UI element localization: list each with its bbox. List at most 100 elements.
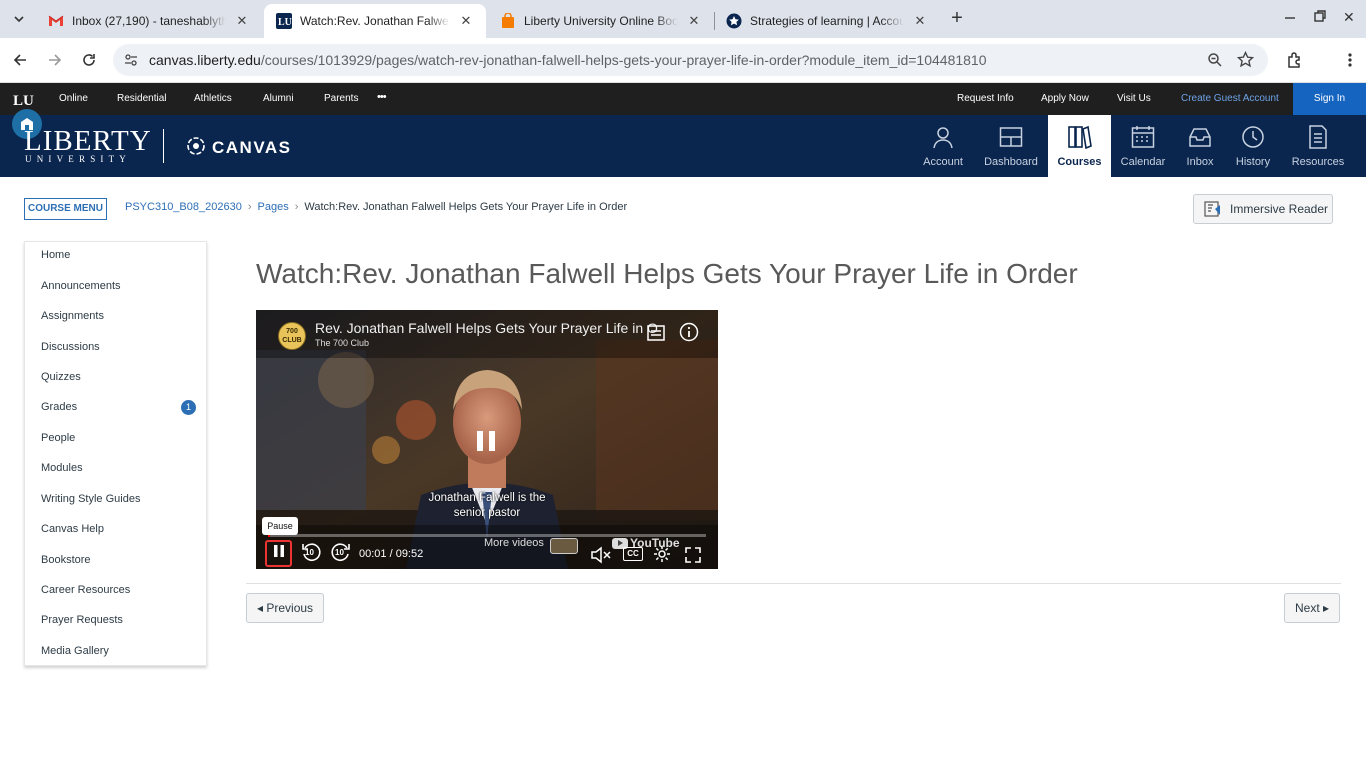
global-nav-calendar[interactable]: Calendar (1118, 115, 1168, 177)
forward-10-button[interactable]: 10 (330, 542, 352, 564)
settings-gear-icon[interactable] (653, 545, 671, 568)
link-alumni[interactable]: Alumni (263, 93, 294, 104)
link-online[interactable]: Online (59, 93, 88, 104)
more-videos-link[interactable]: More videos (484, 537, 544, 549)
liberty-icon: LU (276, 13, 292, 29)
pause-tooltip: Pause (262, 517, 298, 535)
close-icon[interactable]: ✕ (234, 13, 250, 29)
canvas-global-header: LIBERTY UNIVERSITY CANVAS Account Dashbo… (0, 109, 1366, 177)
canvas-logo-text: CANVAS (212, 138, 292, 157)
channel-logo[interactable]: 700 CLUB (278, 322, 306, 350)
video-title[interactable]: Rev. Jonathan Falwell Helps Gets Your Pr… (315, 320, 695, 336)
sign-in-button[interactable]: Sign In (1293, 83, 1366, 115)
forward-icon[interactable] (41, 46, 69, 74)
link-create-guest-account[interactable]: Create Guest Account (1181, 93, 1279, 104)
tab-canvas-page[interactable]: LU Watch:Rev. Jonathan Falwell H ✕ (264, 4, 486, 38)
link-visit-us[interactable]: Visit Us (1117, 93, 1151, 104)
tab-title: Inbox (27,190) - taneshablythe (72, 14, 226, 28)
tab-gmail[interactable]: Inbox (27,190) - taneshablythe ✕ (36, 4, 262, 38)
sidebar-item-canvas-help[interactable]: Canvas Help (41, 523, 104, 535)
global-nav-courses[interactable]: Courses (1048, 115, 1111, 177)
link-parents[interactable]: Parents (324, 93, 358, 104)
more-links-button[interactable]: ••• (377, 91, 387, 103)
chevron-right-icon: › (247, 201, 252, 213)
captions-button[interactable]: CC (623, 547, 643, 561)
link-request-info[interactable]: Request Info (957, 93, 1014, 104)
global-nav-inbox[interactable]: Inbox (1176, 115, 1224, 177)
link-athletics[interactable]: Athletics (194, 93, 232, 104)
breadcrumb-current: Watch:Rev. Jonathan Falwell Helps Gets Y… (304, 201, 628, 213)
resources-icon (1306, 125, 1330, 149)
fullscreen-icon[interactable] (684, 546, 702, 569)
rewind-10-button[interactable]: 10 (300, 542, 322, 564)
more-videos-thumbnail[interactable] (550, 538, 578, 554)
sidebar-item-prayer-requests[interactable]: Prayer Requests (41, 614, 123, 626)
tab-strategies[interactable]: Strategies of learning | Account ✕ (714, 4, 940, 38)
svg-text:LU: LU (13, 93, 34, 108)
mute-icon[interactable] (590, 546, 612, 569)
close-window-icon[interactable]: ✕ (1343, 9, 1359, 25)
sidebar-item-quizzes[interactable]: Quizzes (41, 371, 81, 383)
close-icon[interactable]: ✕ (458, 13, 474, 29)
watch-later-icon[interactable] (646, 323, 666, 348)
previous-button[interactable]: ◂ Previous (246, 593, 325, 623)
dashboard-icon (999, 125, 1023, 149)
sidebar-item-modules[interactable]: Modules (41, 462, 83, 474)
next-button[interactable]: Next ▸ (1284, 593, 1341, 623)
inbox-icon (1188, 125, 1212, 149)
canvas-logo-icon (185, 135, 207, 162)
url-text: canvas.liberty.edu/courses/1013929/pages… (149, 52, 987, 68)
immersive-reader-label: Immersive Reader (1230, 202, 1329, 216)
sidebar-item-writing-style-guides[interactable]: Writing Style Guides (41, 493, 140, 505)
zoom-icon[interactable] (1207, 52, 1223, 73)
back-icon[interactable] (6, 46, 34, 74)
menu-kebab-icon[interactable] (1336, 46, 1364, 74)
sidebar-item-assignments[interactable]: Assignments (41, 310, 104, 322)
lu-logo-icon[interactable]: LU (13, 90, 35, 111)
breadcrumb: PSYC310_B08_202630 › Pages › Watch:Rev. Jona… (125, 201, 627, 213)
global-nav-account[interactable]: Account (917, 115, 969, 177)
bookmark-star-icon[interactable] (1236, 50, 1255, 73)
address-bar[interactable]: canvas.liberty.edu/courses/1013929/pages… (113, 44, 1268, 76)
pause-icon (273, 544, 285, 563)
sidebar-item-grades[interactable]: Grades (41, 401, 77, 413)
reload-icon[interactable] (75, 46, 103, 74)
global-nav-dashboard[interactable]: Dashboard (978, 115, 1044, 177)
sidebar-item-announcements[interactable]: Announcements (41, 280, 121, 292)
extensions-icon[interactable] (1281, 46, 1309, 74)
site-settings-icon[interactable] (123, 52, 139, 73)
sidebar-item-bookstore[interactable]: Bookstore (41, 554, 91, 566)
liberty-logo-text[interactable]: LIBERTY (24, 127, 152, 156)
star-badge-icon (726, 13, 742, 29)
browser-tab-strip: Inbox (27,190) - taneshablythe ✕ LU Watc… (0, 0, 1366, 38)
global-nav-history[interactable]: History (1228, 115, 1278, 177)
info-icon[interactable] (679, 322, 699, 347)
browser-toolbar: canvas.liberty.edu/courses/1013929/pages… (0, 38, 1366, 83)
sidebar-item-media-gallery[interactable]: Media Gallery (41, 645, 109, 657)
tab-bookstore[interactable]: Liberty University Online Books ✕ (488, 4, 714, 38)
sidebar-item-home[interactable]: Home (41, 249, 70, 261)
pause-button[interactable] (265, 540, 292, 567)
tab-search-icon[interactable] (5, 5, 33, 33)
tab-title: Watch:Rev. Jonathan Falwell H (300, 14, 450, 28)
breadcrumb-pages-link[interactable]: Pages (258, 201, 289, 213)
sidebar-item-discussions[interactable]: Discussions (41, 341, 100, 353)
video-channel[interactable]: The 700 Club (315, 338, 369, 348)
sidebar-item-career-resources[interactable]: Career Resources (41, 584, 130, 596)
link-apply-now[interactable]: Apply Now (1041, 93, 1089, 104)
new-tab-button[interactable]: + (946, 8, 968, 30)
close-icon[interactable]: ✕ (686, 13, 702, 29)
content-divider (246, 583, 1341, 584)
sidebar-item-people[interactable]: People (41, 432, 75, 444)
course-menu-button[interactable]: COURSE MENU (24, 198, 107, 220)
breadcrumb-course-link[interactable]: PSYC310_B08_202630 (125, 201, 242, 213)
link-residential[interactable]: Residential (117, 93, 166, 104)
close-icon[interactable]: ✕ (912, 13, 928, 29)
global-nav-resources[interactable]: Resources (1288, 115, 1348, 177)
minimize-icon[interactable] (1283, 10, 1299, 26)
logo-divider (163, 129, 164, 163)
immersive-reader-button[interactable]: Immersive Reader (1193, 194, 1333, 224)
restore-icon[interactable] (1313, 9, 1329, 25)
center-pause-icon[interactable] (475, 429, 497, 458)
youtube-video-player[interactable]: 700 CLUB Rev. Jonathan Falwell Helps Get… (256, 310, 718, 569)
